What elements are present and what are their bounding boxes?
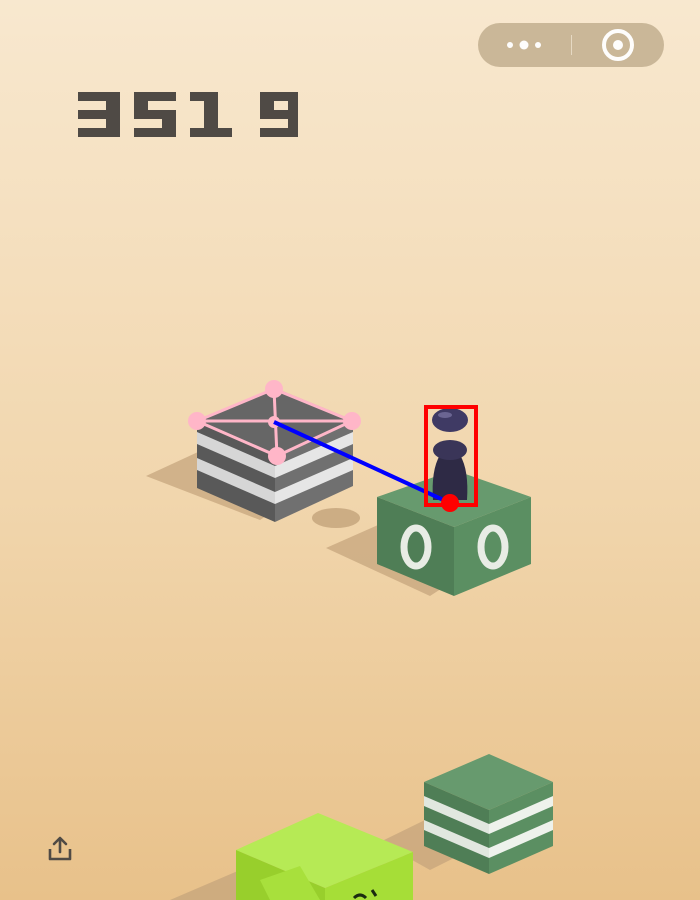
mini-program-capsule: [478, 23, 664, 67]
target-point-right: [343, 412, 361, 430]
player-shadow: [312, 508, 360, 528]
score-digit: [190, 92, 232, 137]
target-point-left: [188, 412, 206, 430]
lime-block: [170, 813, 413, 900]
score-display: [78, 92, 298, 137]
player-body: [432, 455, 468, 500]
player-head: [432, 408, 468, 432]
player-head-highlight: [438, 412, 452, 418]
score-digit: [134, 92, 176, 137]
close-mini-program-button[interactable]: [572, 23, 664, 67]
more-menu-button[interactable]: [478, 23, 570, 67]
player-piece: [432, 408, 468, 500]
share-icon: [48, 836, 72, 861]
player-anchor-point: [441, 494, 459, 512]
score-digit: [78, 92, 120, 137]
share-button[interactable]: [46, 835, 74, 863]
target-close-icon: [602, 29, 634, 61]
more-dots-icon: [507, 40, 541, 50]
score-digit: [260, 92, 298, 137]
score-digits: [78, 92, 298, 137]
player-neck: [433, 440, 467, 460]
target-point-top: [265, 380, 283, 398]
target-point-bottom: [268, 447, 286, 465]
